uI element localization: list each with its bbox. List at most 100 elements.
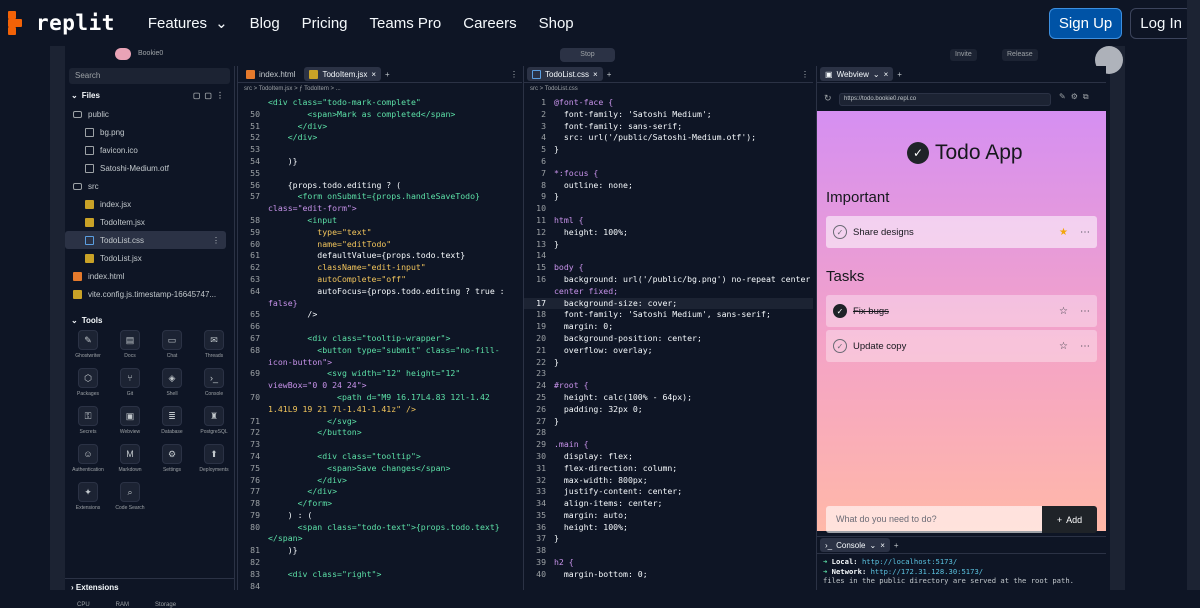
file-item[interactable]: TodoList.jsx (65, 249, 234, 267)
code-text: 1.41L9 19 21 7l-1.41-1.41z" /> (268, 403, 416, 414)
code-line: 71 </svg> (238, 416, 522, 428)
close-icon[interactable]: × (880, 541, 885, 550)
tools-section-header[interactable]: ⌄ Tools (65, 311, 234, 330)
file-item[interactable]: vite.config.js.timestamp-16645747... (65, 285, 234, 303)
avatar[interactable] (115, 48, 131, 60)
tool-ghostwriter[interactable]: ✎ Ghostwriter (67, 330, 109, 366)
more-icon[interactable]: ⋯ (1080, 341, 1090, 352)
tool-settings[interactable]: ⚙ Settings (151, 444, 193, 480)
code-text: } (554, 191, 559, 202)
code-text: <span>Mark as completed</span> (268, 108, 456, 119)
tool-markdown[interactable]: M Markdown (109, 444, 151, 480)
code-line: 29 .main { (524, 439, 813, 451)
add-button[interactable]: + Add (1042, 506, 1097, 533)
tool-code-search[interactable]: ⌕ Code Search (109, 482, 151, 518)
editor-tab[interactable]: index.html (241, 67, 300, 81)
tool-authentication[interactable]: ☺ Authentication (67, 444, 109, 480)
add-tab-icon[interactable]: + (385, 70, 390, 79)
url-input[interactable]: https://todo.bookie0.repl.co (839, 93, 1051, 106)
editor-tab[interactable]: TodoItem.jsx × (304, 67, 382, 81)
code-line: 36 height: 100%; (524, 522, 813, 534)
tool-postgresql[interactable]: ♜ PostgreSQL (193, 406, 235, 442)
tool-extensions[interactable]: ✦ Extensions (67, 482, 109, 518)
code-line: <div class="todo-mark-complete" (238, 97, 522, 109)
tool-secrets[interactable]: ⚿ Secrets (67, 406, 109, 442)
code-line: 84 (238, 581, 522, 593)
add-tab-icon[interactable]: + (894, 541, 899, 550)
nav-item-pricing[interactable]: Pricing (302, 14, 348, 32)
line-number: 62 (250, 262, 260, 273)
sign-up-button[interactable]: Sign Up (1048, 7, 1123, 39)
nav-item-teams-pro[interactable]: Teams Pro (370, 14, 442, 32)
invite-button[interactable]: Invite (950, 49, 977, 61)
file-actions-icons[interactable]: ▢▢⋮ (193, 91, 228, 100)
close-icon[interactable]: × (593, 70, 598, 79)
todo-checkbox[interactable]: ✓ (833, 304, 847, 318)
file-item[interactable]: index.jsx (65, 195, 234, 213)
todo-item[interactable]: ✓ Share designs ★ ⋯ (826, 216, 1097, 248)
star-icon[interactable]: ☆ (1059, 306, 1068, 317)
tool-database[interactable]: ≣ Database (151, 406, 193, 442)
more-icon[interactable]: ⋮ (212, 236, 220, 245)
more-icon[interactable]: ⋮ (510, 70, 518, 79)
page-scrollbar[interactable] (1187, 0, 1200, 590)
more-icon[interactable]: ⋯ (1080, 227, 1090, 238)
code-text: <div class="right"> (268, 568, 382, 579)
close-icon[interactable]: × (371, 70, 376, 79)
stop-button[interactable]: Stop (560, 48, 615, 62)
line-number: 2 (541, 108, 546, 119)
todo-checkbox[interactable]: ✓ (833, 225, 847, 239)
line-number: 6 (541, 155, 546, 166)
search-input[interactable]: Search (69, 68, 230, 84)
editor-tab[interactable]: TodoList.css × (527, 67, 603, 81)
file-item[interactable]: TodoItem.jsx (65, 213, 234, 231)
line-number: 64 (250, 285, 260, 296)
tool-deployments[interactable]: ⬆ Deployments (193, 444, 235, 480)
log-in-button[interactable]: Log In (1130, 7, 1192, 39)
todo-item[interactable]: ✓ Fix bugs ☆ ⋯ (826, 295, 1097, 327)
nav-item-careers[interactable]: Careers (463, 14, 516, 32)
chevron-down-icon: ⌄ (872, 69, 880, 79)
tool-shell[interactable]: ◈ Shell (151, 368, 193, 404)
file-item[interactable]: index.html (65, 267, 234, 285)
more-icon[interactable]: ⋯ (1080, 306, 1090, 317)
tool-docs[interactable]: ▤ Docs (109, 330, 151, 366)
star-icon[interactable]: ★ (1059, 227, 1068, 238)
file-item[interactable]: Satoshi-Medium.otf (65, 159, 234, 177)
tool-webview[interactable]: ▣ Webview (109, 406, 151, 442)
tool-git[interactable]: ⑂ Git (109, 368, 151, 404)
file-item[interactable]: public (65, 105, 234, 123)
file-item[interactable]: favicon.ico (65, 141, 234, 159)
add-tab-icon[interactable]: + (607, 70, 612, 79)
new-todo-input[interactable]: What do you need to do? (826, 506, 1042, 533)
code-line: 19 margin: 0; (524, 321, 813, 333)
extensions-section-header[interactable]: › Extensions (65, 578, 235, 596)
nav-item-shop[interactable]: Shop (539, 14, 574, 32)
files-section-header[interactable]: ⌄ Files ▢▢⋮ (65, 86, 234, 105)
refresh-icon[interactable]: ↻ (824, 93, 832, 104)
nav-item-blog[interactable]: Blog (250, 14, 280, 32)
todo-checkbox[interactable]: ✓ (833, 339, 847, 353)
authentication-icon: ☺ (78, 444, 98, 464)
tab-console[interactable]: ›_ Console ⌄ × (820, 538, 890, 552)
add-tab-icon[interactable]: + (897, 70, 902, 79)
star-icon[interactable]: ☆ (1059, 341, 1068, 352)
code-editor[interactable]: <div class="todo-mark-complete" 50 <span>… (238, 97, 522, 592)
more-icon[interactable]: ⋮ (801, 70, 809, 79)
todo-item[interactable]: ✓ Update copy ☆ ⋯ (826, 330, 1097, 362)
close-icon[interactable]: × (884, 70, 889, 79)
tool-threads[interactable]: ✉ Threads (193, 330, 235, 366)
tool-console[interactable]: ›_ Console (193, 368, 235, 404)
tab-webview[interactable]: ▣ Webview ⌄ × (820, 67, 894, 81)
tool-chat[interactable]: ▭ Chat (151, 330, 193, 366)
file-item[interactable]: src (65, 177, 234, 195)
file-item[interactable]: TodoList.css ⋮ (65, 231, 226, 249)
tool-packages[interactable]: ⬡ Packages (67, 368, 109, 404)
code-editor[interactable]: 1 @font-face {2 font-family: 'Satoshi Med… (524, 97, 813, 581)
extensions-title: Extensions (75, 583, 119, 592)
release-button[interactable]: Release (1002, 49, 1038, 61)
nav-item-features[interactable]: Features ⌄ (148, 14, 228, 33)
replit-logo[interactable]: replit (8, 11, 115, 35)
file-item[interactable]: bg.png (65, 123, 234, 141)
webview-actions-icons[interactable]: ✎⚙⧉ (1059, 92, 1094, 102)
